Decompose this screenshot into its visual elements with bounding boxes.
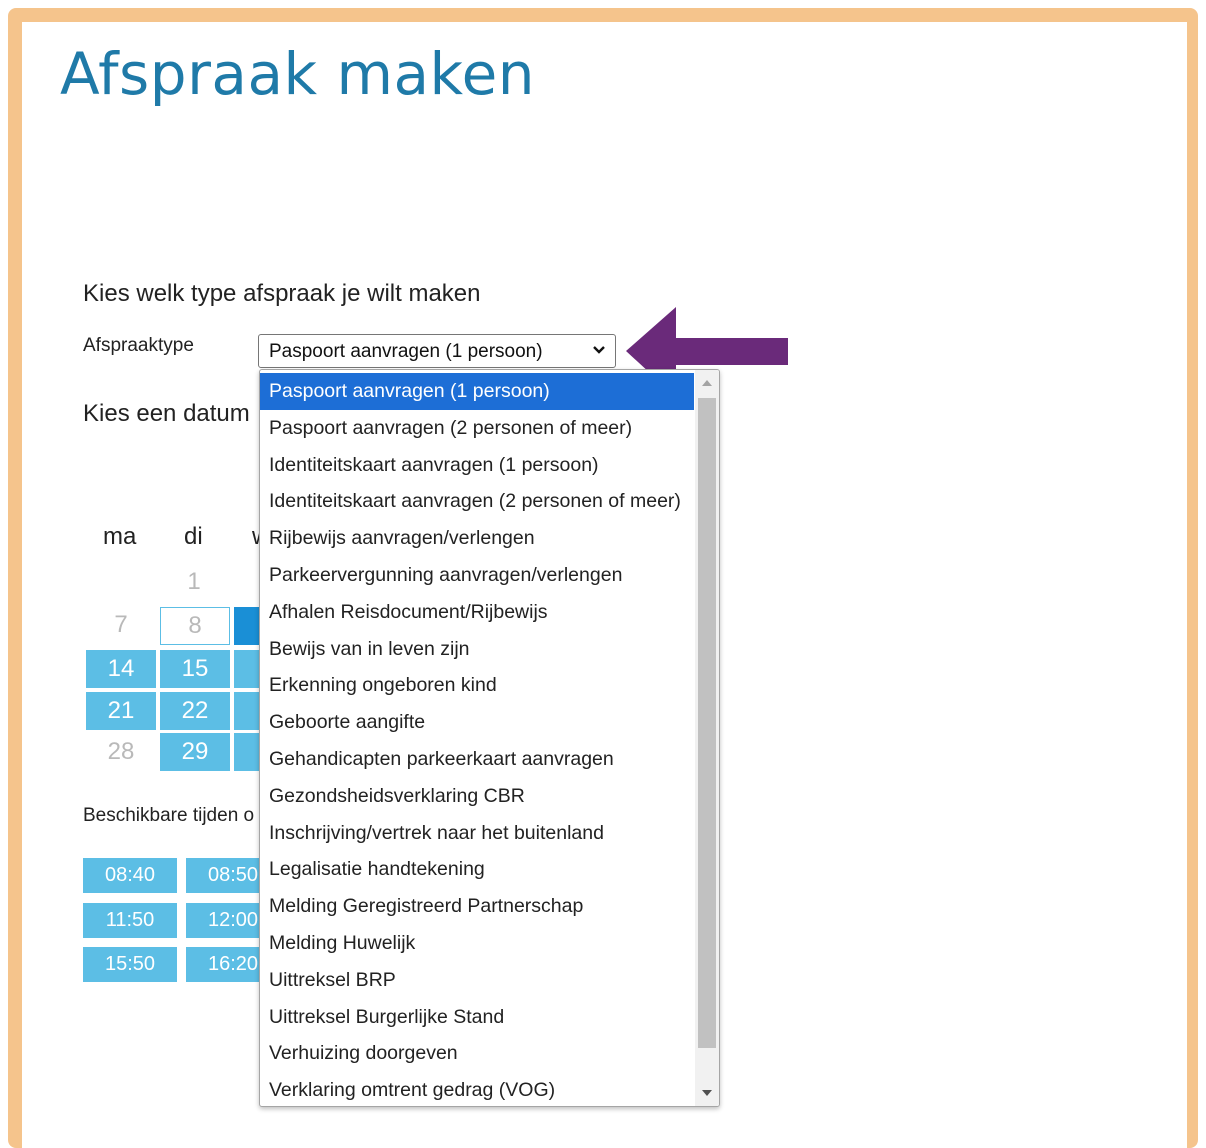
dropdown-options: Paspoort aanvragen (1 persoon) Paspoort … <box>260 373 694 1106</box>
dropdown-option[interactable]: Paspoort aanvragen (2 personen of meer) <box>260 410 694 447</box>
dropdown-option[interactable]: Gezondsheidsverklaring CBR <box>260 778 694 815</box>
dropdown-option[interactable]: Identiteitskaart aanvragen (2 personen o… <box>260 483 694 520</box>
select-value: Paspoort aanvragen (1 persoon) <box>269 341 543 362</box>
available-times-label: Beschikbare tijden o <box>83 805 255 826</box>
dropdown-option[interactable]: Legalisatie handtekening <box>260 851 694 888</box>
time-slot-button[interactable]: 08:40 <box>83 858 177 893</box>
scroll-thumb[interactable] <box>698 398 716 1048</box>
dropdown-option[interactable]: Gehandicapten parkeerkaart aanvragen <box>260 741 694 778</box>
dropdown-option-highlighted[interactable]: Paspoort aanvragen (1 persoon) <box>260 373 694 410</box>
dropdown-option[interactable]: Uittreksel BRP <box>260 962 694 999</box>
dropdown-option[interactable]: Melding Huwelijk <box>260 925 694 962</box>
day-name-ma: ma <box>103 523 137 550</box>
calendar-day[interactable]: 15 <box>160 650 230 688</box>
calendar-day-today: 8 <box>160 607 230 645</box>
calendar-day[interactable]: 21 <box>86 692 156 730</box>
type-heading: Kies welk type afspraak je wilt maken <box>83 280 481 307</box>
calendar-day[interactable]: 22 <box>160 692 230 730</box>
dropdown-option[interactable]: Bewijs van in leven zijn <box>260 631 694 668</box>
dropdown-option[interactable]: Verklaring omtrent gedrag (VOG) <box>260 1072 694 1106</box>
dropdown-option[interactable]: Identiteitskaart aanvragen (1 persoon) <box>260 447 694 484</box>
dropdown-option[interactable]: Verhuizing doorgeven <box>260 1035 694 1072</box>
scroll-up-icon[interactable] <box>702 380 712 386</box>
page-title: Afspraak maken <box>60 40 536 108</box>
dropdown-option[interactable]: Rijbewijs aanvragen/verlengen <box>260 520 694 557</box>
date-heading: Kies een datum <box>83 400 250 427</box>
time-slot-button[interactable]: 15:50 <box>83 947 177 982</box>
afspraaktype-dropdown-list: Paspoort aanvragen (1 persoon) Paspoort … <box>259 369 720 1107</box>
chevron-down-icon <box>593 346 605 354</box>
dropdown-option[interactable]: Inschrijving/vertrek naar het buitenland <box>260 815 694 852</box>
calendar-day[interactable]: 29 <box>160 733 230 771</box>
calendar-day: 1 <box>187 568 201 595</box>
afspraaktype-label: Afspraaktype <box>83 335 194 356</box>
dropdown-option[interactable]: Uittreksel Burgerlijke Stand <box>260 999 694 1036</box>
dropdown-option[interactable]: Geboorte aangifte <box>260 704 694 741</box>
dropdown-scrollbar[interactable] <box>695 370 719 1106</box>
dropdown-option[interactable]: Parkeervergunning aanvragen/verlengen <box>260 557 694 594</box>
dropdown-option[interactable]: Melding Geregistreerd Partnerschap <box>260 888 694 925</box>
calendar-day: 28 <box>107 738 135 765</box>
day-name-di: di <box>184 523 203 550</box>
dropdown-option[interactable]: Afhalen Reisdocument/Rijbewijs <box>260 594 694 631</box>
time-slot-button[interactable]: 11:50 <box>83 903 177 938</box>
afspraaktype-select[interactable]: Paspoort aanvragen (1 persoon) <box>258 334 616 368</box>
calendar-day: 7 <box>114 611 128 638</box>
calendar-day[interactable]: 14 <box>86 650 156 688</box>
scroll-down-icon[interactable] <box>702 1090 712 1096</box>
dropdown-option[interactable]: Erkenning ongeboren kind <box>260 667 694 704</box>
